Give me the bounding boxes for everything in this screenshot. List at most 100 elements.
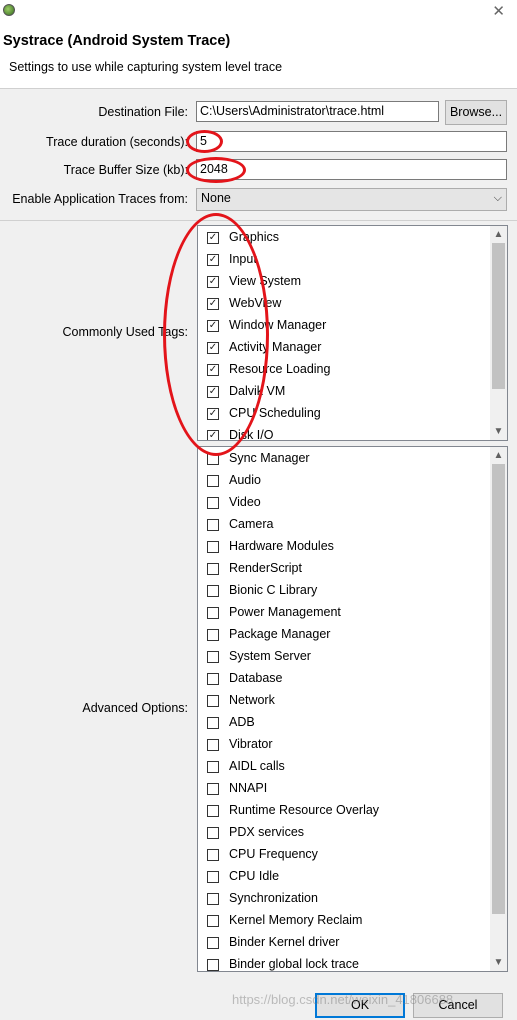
list-item[interactable]: Power Management bbox=[198, 602, 490, 624]
app-traces-value: None bbox=[201, 191, 231, 205]
checkbox[interactable] bbox=[207, 871, 219, 883]
list-item[interactable]: ✓ Input bbox=[198, 249, 490, 271]
advanced-options-scrollbar[interactable]: ▲ ▼ bbox=[490, 447, 507, 971]
checkbox-checked[interactable]: ✓ bbox=[207, 408, 219, 420]
checkbox-checked[interactable]: ✓ bbox=[207, 364, 219, 376]
list-item[interactable]: Vibrator bbox=[198, 734, 490, 756]
list-item[interactable]: ✓ Graphics bbox=[198, 227, 490, 249]
list-item[interactable]: RenderScript bbox=[198, 558, 490, 580]
checkbox-checked[interactable]: ✓ bbox=[207, 276, 219, 288]
close-icon[interactable]: ✕ bbox=[492, 2, 505, 20]
list-item[interactable]: Database bbox=[198, 668, 490, 690]
list-item[interactable]: Binder global lock trace bbox=[198, 954, 490, 971]
advanced-options-list[interactable]: Sync Manager Audio Video Camera Hardware Mod… bbox=[197, 446, 508, 972]
checkbox[interactable] bbox=[207, 717, 219, 729]
checkbox-checked[interactable]: ✓ bbox=[207, 254, 219, 266]
list-item[interactable]: ✓ CPU Scheduling bbox=[198, 403, 490, 425]
checkbox[interactable] bbox=[207, 783, 219, 795]
checkbox[interactable] bbox=[207, 937, 219, 949]
list-item[interactable]: Camera bbox=[198, 514, 490, 536]
list-item[interactable]: Audio bbox=[198, 470, 490, 492]
checkbox-checked[interactable]: ✓ bbox=[207, 386, 219, 398]
list-item-label: Network bbox=[229, 693, 275, 707]
list-item[interactable]: ✓ WebView bbox=[198, 293, 490, 315]
app-traces-select[interactable]: None ⌵ bbox=[196, 188, 507, 211]
list-item[interactable]: Video bbox=[198, 492, 490, 514]
list-item[interactable]: ✓ Window Manager bbox=[198, 315, 490, 337]
list-item-label: Power Management bbox=[229, 605, 341, 619]
common-tags-scrollbar[interactable]: ▲ ▼ bbox=[490, 226, 507, 440]
checkbox[interactable] bbox=[207, 497, 219, 509]
checkbox-checked[interactable]: ✓ bbox=[207, 298, 219, 310]
list-item-label: View System bbox=[229, 274, 302, 288]
duration-input[interactable]: 5 bbox=[196, 131, 507, 152]
scrollbar-thumb[interactable] bbox=[492, 243, 505, 389]
browse-button[interactable]: Browse... bbox=[445, 100, 507, 125]
list-item-label: Dalvik VM bbox=[229, 384, 286, 398]
watermark: https://blog.csdn.net/weixin_41806688 bbox=[232, 992, 454, 1007]
scrollbar-thumb[interactable] bbox=[492, 464, 505, 914]
checkbox-checked[interactable]: ✓ bbox=[207, 342, 219, 354]
checkbox[interactable] bbox=[207, 519, 219, 531]
checkbox[interactable] bbox=[207, 563, 219, 575]
checkbox-checked[interactable]: ✓ bbox=[207, 430, 219, 440]
checkbox[interactable] bbox=[207, 651, 219, 663]
list-item[interactable]: PDX services bbox=[198, 822, 490, 844]
destination-input[interactable]: C:\Users\Administrator\trace.html bbox=[196, 101, 439, 122]
checkbox[interactable] bbox=[207, 849, 219, 861]
checkbox[interactable] bbox=[207, 673, 219, 685]
checkbox[interactable] bbox=[207, 695, 219, 707]
common-tags-list[interactable]: ✓ Graphics ✓ Input ✓ View System ✓ WebView ✓ Wind… bbox=[197, 225, 508, 441]
list-item[interactable]: ✓ Resource Loading bbox=[198, 359, 490, 381]
destination-label: Destination File: bbox=[98, 105, 188, 119]
checkbox[interactable] bbox=[207, 739, 219, 751]
list-item[interactable]: Binder Kernel driver bbox=[198, 932, 490, 954]
list-item[interactable]: Sync Manager bbox=[198, 448, 490, 470]
checkbox[interactable] bbox=[207, 893, 219, 905]
checkbox[interactable] bbox=[207, 607, 219, 619]
checkbox[interactable] bbox=[207, 629, 219, 641]
checkbox[interactable] bbox=[207, 827, 219, 839]
checkbox[interactable] bbox=[207, 453, 219, 465]
list-item[interactable]: ✓ View System bbox=[198, 271, 490, 293]
checkbox[interactable] bbox=[207, 585, 219, 597]
list-item-label: ADB bbox=[229, 715, 255, 729]
list-item[interactable]: AIDL calls bbox=[198, 756, 490, 778]
list-item-label: Bionic C Library bbox=[229, 583, 318, 597]
list-item[interactable]: Network bbox=[198, 690, 490, 712]
advanced-options-label: Advanced Options: bbox=[82, 701, 188, 715]
list-item-label: CPU Idle bbox=[229, 869, 280, 883]
list-item-label: Video bbox=[229, 495, 261, 509]
buffer-size-input[interactable]: 2048 bbox=[196, 159, 507, 180]
list-item[interactable]: NNAPI bbox=[198, 778, 490, 800]
checkbox[interactable] bbox=[207, 541, 219, 553]
list-item[interactable]: Runtime Resource Overlay bbox=[198, 800, 490, 822]
list-item[interactable]: Hardware Modules bbox=[198, 536, 490, 558]
list-item-label: Vibrator bbox=[229, 737, 273, 751]
checkbox[interactable] bbox=[207, 475, 219, 487]
list-item-label: Graphics bbox=[229, 230, 280, 244]
checkbox-checked[interactable]: ✓ bbox=[207, 232, 219, 244]
list-item[interactable]: ✓ Dalvik VM bbox=[198, 381, 490, 403]
list-item-label: Synchronization bbox=[229, 891, 318, 905]
checkbox[interactable] bbox=[207, 959, 219, 971]
list-item[interactable]: CPU Idle bbox=[198, 866, 490, 888]
list-item[interactable]: Kernel Memory Reclaim bbox=[198, 910, 490, 932]
checkbox[interactable] bbox=[207, 805, 219, 817]
list-item[interactable]: ✓ Activity Manager bbox=[198, 337, 490, 359]
chevron-down-icon[interactable]: ▼ bbox=[490, 423, 507, 440]
list-item[interactable]: CPU Frequency bbox=[198, 844, 490, 866]
checkbox[interactable] bbox=[207, 915, 219, 927]
chevron-up-icon[interactable]: ▲ bbox=[490, 447, 507, 464]
list-item[interactable]: Bionic C Library bbox=[198, 580, 490, 602]
list-item[interactable]: System Server bbox=[198, 646, 490, 668]
checkbox[interactable] bbox=[207, 761, 219, 773]
list-item[interactable]: Synchronization bbox=[198, 888, 490, 910]
checkbox-checked[interactable]: ✓ bbox=[207, 320, 219, 332]
duration-label: Trace duration (seconds): bbox=[46, 135, 188, 149]
list-item[interactable]: ADB bbox=[198, 712, 490, 734]
list-item[interactable]: ✓ Disk I/O bbox=[198, 425, 490, 440]
chevron-up-icon[interactable]: ▲ bbox=[490, 226, 507, 243]
list-item[interactable]: Package Manager bbox=[198, 624, 490, 646]
chevron-down-icon[interactable]: ▼ bbox=[490, 954, 507, 971]
